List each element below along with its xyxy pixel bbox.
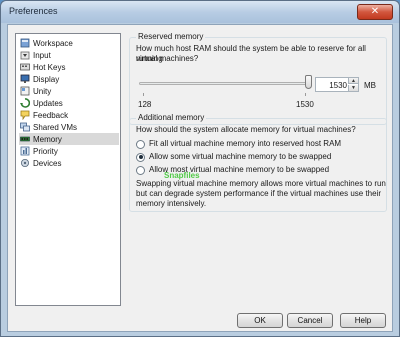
sidebar-item-display[interactable]: Display [19, 73, 119, 85]
radio-button[interactable] [136, 165, 145, 175]
input-icon [19, 50, 30, 61]
display-icon [19, 74, 30, 85]
memory-unit-label: MB [364, 81, 376, 90]
sidebar-item-label: Devices [33, 158, 62, 168]
sidebar-item-updates[interactable]: Updates [19, 97, 119, 109]
sidebar-item-label: Display [33, 74, 60, 84]
spin-down-arrow-icon[interactable]: ▼ [348, 85, 358, 91]
additional-memory-title: Additional memory [136, 113, 207, 122]
slider-tick-max [305, 93, 306, 96]
radio-label: Fit all virtual machine memory into rese… [149, 139, 342, 148]
devices-icon [19, 158, 30, 169]
swap-note-line-2: but can degrade system performance if th… [136, 189, 382, 198]
slider-max-label: 1530 [296, 100, 314, 109]
reserved-memory-title: Reserved memory [136, 32, 206, 41]
radio-allow-some[interactable]: Allow some virtual machine memory to be … [136, 152, 331, 162]
sidebar-item-workspace[interactable]: Workspace [19, 37, 119, 49]
reserved-memory-slider-thumb[interactable] [305, 75, 312, 89]
ok-button[interactable]: OK [237, 313, 283, 328]
sidebar-item-label: Shared VMs [33, 122, 78, 132]
reserved-question-line-2: virtual machines? [136, 54, 199, 63]
swap-note-line-3: memory intensively. [136, 199, 207, 208]
sidebar-item-label: Input [33, 50, 51, 60]
spin-up-arrow-icon[interactable]: ▲ [348, 78, 358, 84]
sidebar-item-label: Priority [33, 146, 58, 156]
sidebar-item-label: Hot Keys [33, 62, 66, 72]
feedback-icon [19, 110, 30, 121]
sidebar-item-label: Feedback [33, 110, 69, 120]
reserved-memory-value: 1530 [329, 81, 347, 90]
sidebar-item-label: Workspace [33, 38, 73, 48]
close-button[interactable]: ✕ [357, 4, 393, 20]
sidebar-item-feedback[interactable]: Feedback [19, 109, 119, 121]
swap-note-line-1: Swapping virtual machine memory allows m… [136, 179, 386, 188]
additional-memory-group: Additional memory How should the system … [129, 113, 387, 212]
sidebar-item-shared-vms[interactable]: Shared VMs [19, 121, 119, 133]
radio-label: Allow some virtual machine memory to be … [149, 152, 332, 161]
sidebar-item-devices[interactable]: Devices [19, 157, 119, 169]
radio-button-selected[interactable] [136, 152, 145, 162]
hotkeys-icon [19, 62, 30, 73]
sidebar-item-label: Updates [33, 98, 63, 108]
sidebar-item-label: Memory [33, 134, 62, 144]
radio-button[interactable] [136, 139, 145, 149]
sidebar-item-priority[interactable]: Priority [19, 145, 119, 157]
shared-vms-icon [19, 122, 30, 133]
sidebar-item-unity[interactable]: Unity [19, 85, 119, 97]
reserved-memory-group: Reserved memory How much host RAM should… [129, 32, 387, 125]
reserved-memory-slider-track[interactable] [139, 82, 309, 85]
radio-fit-all[interactable]: Fit all virtual machine memory into rese… [136, 139, 341, 149]
sidebar-item-hot-keys[interactable]: Hot Keys [19, 61, 119, 73]
help-button[interactable]: Help [340, 313, 386, 328]
slider-min-label: 128 [138, 100, 152, 109]
watermark: Snapfiles [164, 171, 200, 180]
preferences-window: Preferences ✕ Workspace Input Hot Keys D… [0, 0, 400, 337]
sidebar-item-input[interactable]: Input [19, 49, 119, 61]
sidebar-item-memory[interactable]: Memory [19, 133, 119, 145]
unity-icon [19, 86, 30, 97]
sidebar-item-label: Unity [33, 86, 52, 96]
title-bar[interactable]: Preferences ✕ [1, 1, 399, 23]
priority-icon [19, 146, 30, 157]
dialog-client-area: Workspace Input Hot Keys Display Unity U… [7, 24, 393, 332]
workspace-icon [19, 38, 30, 49]
slider-tick-min [143, 93, 144, 96]
memory-icon [19, 134, 30, 145]
preferences-category-list: Workspace Input Hot Keys Display Unity U… [15, 33, 121, 306]
updates-icon [19, 98, 30, 109]
additional-question: How should the system allocate memory fo… [136, 125, 356, 134]
window-title: Preferences [9, 6, 58, 16]
reserved-memory-spinbox[interactable]: 1530 ▲ ▼ [315, 77, 359, 92]
cancel-button[interactable]: Cancel [287, 313, 333, 328]
